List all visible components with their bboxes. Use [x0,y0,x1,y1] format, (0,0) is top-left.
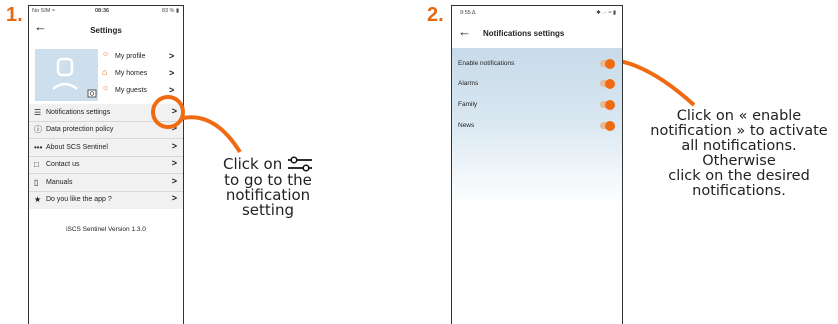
news-row[interactable]: News [452,115,622,137]
caption-line: Click on « enable [676,108,802,124]
status-time: 9:55 Δ [460,10,476,16]
caption-line: notification » to activate [650,123,828,139]
row-label: Enable notifications [458,60,515,67]
instruction-caption-1: Click on to go to the notification setti… [218,155,318,218]
alarms-toggle[interactable] [600,78,615,89]
toggle-knob [605,120,615,131]
news-toggle[interactable] [600,120,615,131]
callout-line [613,58,696,107]
notifications-list: Enable notifications Alarms Family News [452,48,622,208]
toggle-knob [605,58,615,69]
caption-line: all notifications. Otherwise [681,138,797,169]
page-title: Notifications settings [483,29,565,38]
row-label: News [458,122,475,129]
row-label: Alarms [458,80,479,87]
highlight-circle [151,95,185,129]
family-toggle[interactable] [600,99,615,110]
instruction-caption-2: Click on « enable notification » to acti… [643,109,835,199]
family-row[interactable]: Family [452,94,622,116]
caption-line: setting [241,201,294,219]
row-label: Family [458,101,478,108]
toggle-knob [605,78,615,89]
enable-notifications-row[interactable]: Enable notifications [452,52,622,74]
alarms-row[interactable]: Alarms [452,73,622,95]
callout-line [182,115,242,154]
toggle-knob [605,99,615,110]
caption-line: Click on [223,155,283,173]
phone-screenshot-notifications: 9:55 Δ ✱ .∙∙ ≈ ▮ ← Notifications setting… [451,5,623,324]
caption-line: notifications. [692,183,786,199]
enable-notifications-toggle[interactable] [600,58,615,69]
sliders-icon [287,156,312,172]
caption-line: click on the desired [668,168,810,184]
status-icons: ✱ .∙∙ ≈ ▮ [596,10,616,16]
back-arrow-icon[interactable]: ← [458,24,471,39]
step-2-number: 2. [427,4,444,26]
